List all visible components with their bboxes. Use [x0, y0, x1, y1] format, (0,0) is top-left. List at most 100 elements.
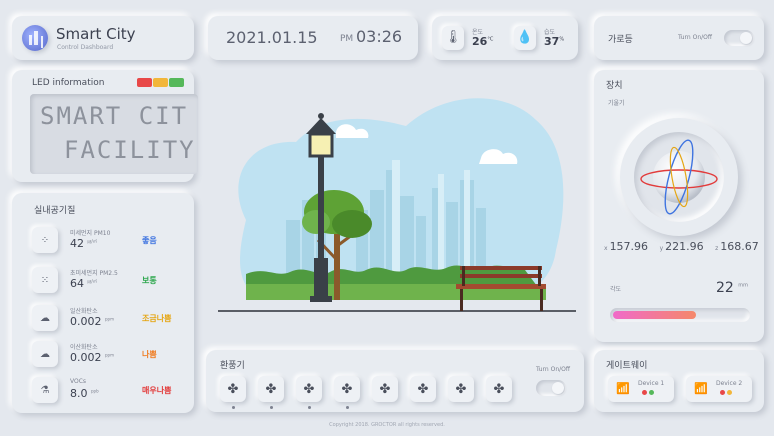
air-item-vocs: ⚗ VOCs 8.0 ppb 매우나쁨 [32, 375, 192, 405]
air-item-value: 0.002 ppm [70, 351, 114, 364]
logo-card: Smart City Control Dashboard [12, 16, 194, 60]
streetlight-label: 가로등 [608, 35, 633, 45]
ventilation-fan-card: 환풍기 ✤ ✤ ✤ ✤ ✤ ✤ ✤ ✤ Turn On/Off [206, 350, 584, 412]
gateway-device-name: Device 2 [716, 380, 743, 387]
air-quality-title: 실내공기질 [34, 206, 76, 216]
y-value: 221.96 [665, 240, 704, 253]
device-xyz-readout: x 157.96 y 221.96 z 168.67 [604, 240, 759, 253]
co-icon: ☁ [32, 305, 58, 331]
air-item-status: 조금나쁨 [142, 314, 172, 323]
air-item-pm25: ⁙ 초미세먼지 PM2.5 64 ㎍/㎥ 보통 [32, 265, 192, 295]
air-item-name: 이산화탄소 [70, 344, 98, 351]
fan-button-5[interactable]: ✤ [372, 376, 398, 402]
led-info-card: LED information SMART CIT FACILITY [12, 70, 198, 182]
air-item-value: 42 ㎍/㎥ [70, 237, 97, 250]
router-icon: 📶 [616, 382, 630, 395]
gateway-title: 게이트웨이 [606, 361, 648, 371]
status-dot [642, 390, 647, 395]
angle-value: 22 mm [715, 280, 748, 296]
led-title: LED information [32, 78, 105, 88]
air-item-pm10: ⁘ 미세먼지 PM10 42 ㎍/㎥ 좋음 [32, 225, 192, 255]
led-status-lamps [137, 78, 184, 87]
router-icon: 📶 [694, 382, 708, 395]
led-lamp-yellow [153, 78, 168, 87]
time-display: 03:26 [356, 27, 403, 46]
fan-toggle[interactable] [536, 380, 566, 396]
x-value: 157.96 [609, 240, 649, 253]
copyright-text: Copyright 2018. GROCTOR all rights reser… [329, 422, 445, 428]
air-item-name: 초미세먼지 PM2.5 [70, 270, 118, 277]
air-item-co: ☁ 일산화탄소 0.002 ppm 조금나쁨 [32, 303, 192, 333]
gateway-status-dots [642, 390, 654, 395]
led-display: SMART CIT FACILITY [30, 94, 198, 174]
streetlight-toggle[interactable] [724, 30, 754, 46]
humidity-drop-icon: 💧 [514, 26, 536, 50]
temperature-value: 26°C [472, 35, 494, 48]
fan-title: 환풍기 [220, 361, 245, 371]
status-dot [649, 390, 654, 395]
air-item-status: 매우나쁨 [142, 386, 172, 395]
gyroscope-dial [620, 118, 738, 236]
fan-button-8[interactable]: ✤ [486, 376, 512, 402]
z-value: 168.67 [720, 240, 759, 253]
gateway-device-name: Device 1 [638, 380, 665, 387]
led-lamp-green [169, 78, 184, 87]
device-tilt-label: 기울기 [608, 100, 625, 107]
air-item-name: 미세먼지 PM10 [70, 230, 111, 237]
angle-progress-fill [613, 311, 696, 319]
gateway-device-1[interactable]: 📶 Device 1 [608, 376, 674, 402]
park-scene-svg [218, 98, 576, 312]
air-item-value: 0.002 ppm [70, 315, 114, 328]
fan-button-1[interactable]: ✤ [220, 376, 246, 402]
air-item-status: 좋음 [142, 236, 157, 245]
environment-card: 🌡 온도 26°C 💧 습도 37% [432, 16, 578, 60]
app-title: Smart City [56, 25, 136, 43]
fan-on-indicator-1 [232, 406, 235, 409]
fan-button-3[interactable]: ✤ [296, 376, 322, 402]
thermometer-icon: 🌡 [442, 26, 464, 50]
dust-icon: ⁘ [32, 227, 58, 253]
ampm-display: PM [340, 34, 354, 44]
streetlight-card: 가로등 Turn On/Off [594, 16, 764, 60]
led-line-1: SMART CIT [40, 102, 189, 130]
park-illustration [206, 70, 584, 342]
fan-on-indicator-2 [270, 406, 273, 409]
fan-button-6[interactable]: ✤ [410, 376, 436, 402]
gyroscope-icon [640, 139, 718, 215]
date-display: 2021.01.15 [226, 28, 318, 47]
air-item-name: 일산화탄소 [70, 308, 98, 315]
angle-progress-bar [610, 308, 750, 322]
air-item-value: 8.0 ppb [70, 387, 99, 400]
fine-dust-icon: ⁙ [32, 267, 58, 293]
vocs-icon: ⚗ [32, 377, 58, 403]
air-item-co2: ☁ 이산화탄소 0.002 ppm 나쁨 [32, 339, 192, 369]
co2-icon: ☁ [32, 341, 58, 367]
status-dot [720, 390, 725, 395]
gateway-device-2[interactable]: 📶 Device 2 [686, 376, 752, 402]
fan-on-indicator-3 [308, 406, 311, 409]
fan-on-indicator-4 [346, 406, 349, 409]
gyroscope-inner [634, 132, 724, 222]
status-dot [727, 390, 732, 395]
air-item-status: 보통 [142, 276, 157, 285]
device-card: 장치 기울기 x 157.96 y 221.96 z 168.67 각도 22 … [594, 70, 764, 342]
air-item-name: VOCs [70, 378, 87, 385]
app-subtitle: Control Dashboard [57, 44, 114, 51]
streetlight-toggle-label: Turn On/Off [678, 34, 713, 41]
fan-button-2[interactable]: ✤ [258, 376, 284, 402]
air-quality-card: 실내공기질 ⁘ 미세먼지 PM10 42 ㎍/㎥ 좋음 ⁙ 초미세먼지 PM2.… [12, 193, 194, 413]
gateway-status-dots [720, 390, 732, 395]
air-item-value: 64 ㎍/㎥ [70, 277, 97, 290]
led-line-2: FACILITY [64, 136, 196, 164]
gateway-card: 게이트웨이 📶 Device 1 📶 Device 2 [594, 350, 764, 412]
device-title: 장치 [606, 81, 623, 91]
datetime-card: 2021.01.15 PM 03:26 [208, 16, 418, 60]
led-lamp-red [137, 78, 152, 87]
city-logo-icon [22, 25, 48, 51]
air-item-status: 나쁨 [142, 350, 157, 359]
humidity-value: 37% [544, 35, 565, 48]
fan-button-4[interactable]: ✤ [334, 376, 360, 402]
angle-label: 각도 [610, 286, 622, 293]
fan-toggle-label: Turn On/Off [536, 366, 571, 373]
fan-button-7[interactable]: ✤ [448, 376, 474, 402]
